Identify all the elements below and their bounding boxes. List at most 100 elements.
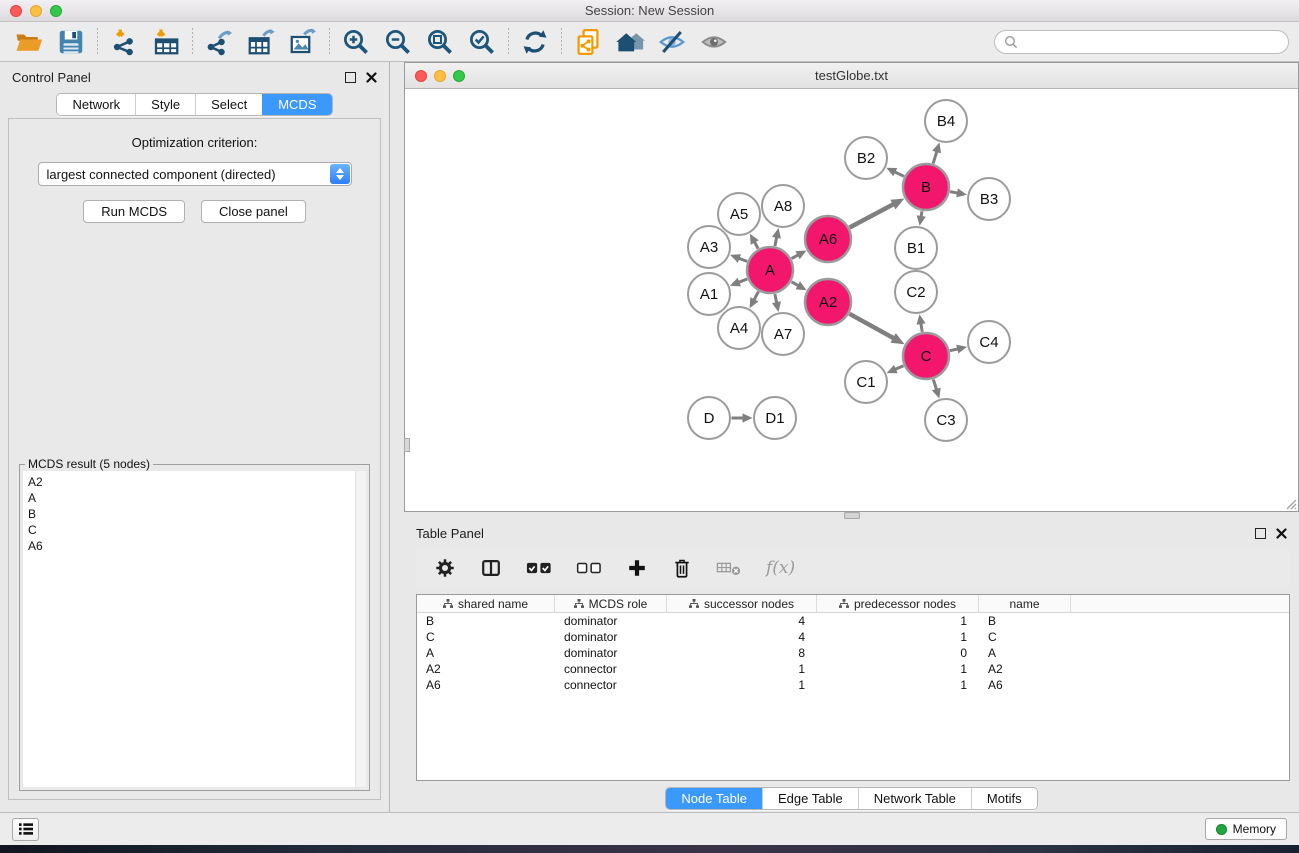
export-table-button[interactable] bbox=[240, 25, 282, 59]
search-input[interactable] bbox=[1019, 32, 1288, 52]
float-panel-icon[interactable] bbox=[345, 72, 356, 83]
add-column-button[interactable] bbox=[626, 557, 648, 579]
open-folder-icon bbox=[14, 27, 44, 57]
zoom-in-button[interactable] bbox=[335, 25, 377, 59]
network-window-titlebar[interactable]: testGlobe.txt bbox=[405, 63, 1298, 89]
graph-node-A[interactable]: A bbox=[747, 247, 793, 293]
graph-node-A8[interactable]: A8 bbox=[762, 185, 804, 227]
divider-handle[interactable] bbox=[844, 512, 860, 519]
graph-node-A1[interactable]: A1 bbox=[688, 273, 730, 315]
close-panel-icon[interactable] bbox=[366, 72, 377, 83]
graph-node-A6[interactable]: A6 bbox=[805, 216, 851, 262]
show-columns-button[interactable] bbox=[480, 557, 502, 579]
select-all-columns-button[interactable] bbox=[526, 559, 552, 577]
graph-node-B3[interactable]: B3 bbox=[968, 178, 1010, 220]
split-divider[interactable] bbox=[404, 512, 1299, 520]
graph-node-D1[interactable]: D1 bbox=[754, 397, 796, 439]
run-mcds-button[interactable]: Run MCDS bbox=[83, 200, 185, 223]
float-panel-icon[interactable] bbox=[1255, 528, 1266, 539]
resize-grip-icon[interactable] bbox=[1283, 496, 1297, 510]
table-row[interactable]: Adominator80A bbox=[417, 645, 1289, 661]
toolbar-separator bbox=[192, 28, 193, 56]
graph-node-D[interactable]: D bbox=[688, 397, 730, 439]
tab-network[interactable]: Network bbox=[57, 94, 135, 115]
mcds-result-list[interactable]: A2ABCA6 bbox=[23, 471, 366, 787]
column-header-name[interactable]: name bbox=[979, 595, 1071, 612]
main-toolbar bbox=[0, 22, 1299, 62]
status-bar: Memory bbox=[0, 812, 1299, 845]
mcds-result-item[interactable]: A6 bbox=[28, 538, 366, 554]
function-builder-button[interactable]: f(x) bbox=[766, 558, 795, 578]
table-row[interactable]: Cdominator41C bbox=[417, 629, 1289, 645]
tab-edge-table[interactable]: Edge Table bbox=[762, 788, 858, 809]
graph-edge-arrowhead bbox=[932, 143, 941, 154]
graph-node-C4[interactable]: C4 bbox=[968, 321, 1010, 363]
column-header-successor-nodes[interactable]: successor nodes bbox=[667, 595, 817, 612]
tab-style[interactable]: Style bbox=[135, 94, 195, 115]
dropdown-stepper-icon bbox=[330, 164, 350, 184]
graph-edge-A2-C[interactable] bbox=[850, 314, 895, 339]
save-session-button[interactable] bbox=[50, 25, 92, 59]
memory-button[interactable]: Memory bbox=[1205, 818, 1287, 840]
birdseye-handle[interactable] bbox=[404, 438, 410, 452]
tab-select[interactable]: Select bbox=[195, 94, 262, 115]
unselect-all-columns-button[interactable] bbox=[576, 559, 602, 577]
graph-node-A5[interactable]: A5 bbox=[718, 193, 760, 235]
graph-edge-A6-B[interactable] bbox=[850, 204, 895, 228]
show-all-button[interactable] bbox=[693, 25, 735, 59]
table-row[interactable]: A2connector11A2 bbox=[417, 661, 1289, 677]
graph-node-A3[interactable]: A3 bbox=[688, 226, 730, 268]
mcds-result-item[interactable]: B bbox=[28, 506, 366, 522]
create-network-from-selection-button[interactable] bbox=[567, 25, 609, 59]
zoom-out-button[interactable] bbox=[377, 25, 419, 59]
graph-node-C1[interactable]: C1 bbox=[845, 361, 887, 403]
graph-node-B1[interactable]: B1 bbox=[895, 227, 937, 269]
scrollbar-track[interactable] bbox=[355, 471, 366, 787]
zoom-fit-button[interactable] bbox=[419, 25, 461, 59]
graph-edge-B-B4[interactable] bbox=[933, 150, 937, 163]
zoom-selected-button[interactable] bbox=[461, 25, 503, 59]
graph-node-A4[interactable]: A4 bbox=[718, 307, 760, 349]
table-row[interactable]: A6connector11A6 bbox=[417, 677, 1289, 693]
open-session-button[interactable] bbox=[8, 25, 50, 59]
toolbar-separator bbox=[561, 28, 562, 56]
graph-node-C[interactable]: C bbox=[903, 333, 949, 379]
refresh-layout-button[interactable] bbox=[514, 25, 556, 59]
import-network-button[interactable] bbox=[103, 25, 145, 59]
mcds-result-item[interactable]: C bbox=[28, 522, 366, 538]
close-panel-icon[interactable] bbox=[1276, 528, 1287, 539]
table-options-button[interactable] bbox=[434, 557, 456, 579]
delete-table-button[interactable] bbox=[716, 559, 742, 577]
close-panel-button[interactable]: Close panel bbox=[201, 200, 306, 223]
import-table-button[interactable] bbox=[145, 25, 187, 59]
network-canvas[interactable]: B4 B2 B B3 B1 A5 A8A6 A3 A A1A4A7A2 C2 C C4 C1 C3 D D1 bbox=[405, 89, 1298, 511]
mcds-panel: Optimization criterion: largest connecte… bbox=[8, 118, 381, 800]
column-header-MCDS-role[interactable]: MCDS role bbox=[555, 595, 667, 612]
graph-node-A7[interactable]: A7 bbox=[762, 313, 804, 355]
first-neighbors-button[interactable] bbox=[609, 25, 651, 59]
tab-node-table[interactable]: Node Table bbox=[666, 788, 762, 809]
graph-node-B4[interactable]: B4 bbox=[925, 100, 967, 142]
export-image-button[interactable] bbox=[282, 25, 324, 59]
graph-node-A2[interactable]: A2 bbox=[805, 279, 851, 325]
column-header-shared-name[interactable]: shared name bbox=[417, 595, 555, 612]
task-history-button[interactable] bbox=[12, 818, 39, 841]
mcds-result-item[interactable]: A2 bbox=[28, 474, 366, 490]
graph-node-C2[interactable]: C2 bbox=[895, 271, 937, 313]
criterion-select[interactable]: largest connected component (directed) bbox=[38, 162, 352, 186]
graph-node-C3[interactable]: C3 bbox=[925, 399, 967, 441]
graph-node-B2[interactable]: B2 bbox=[845, 137, 887, 179]
table-row[interactable]: Bdominator41B bbox=[417, 613, 1289, 629]
mcds-result-item[interactable]: A bbox=[28, 490, 366, 506]
delete-columns-button[interactable] bbox=[672, 557, 692, 579]
mcds-result-legend: MCDS result (5 nodes) bbox=[25, 457, 153, 471]
column-header-predecessor-nodes[interactable]: predecessor nodes bbox=[817, 595, 979, 612]
tab-network-table[interactable]: Network Table bbox=[858, 788, 971, 809]
table-panel: Table Panel bbox=[404, 520, 1299, 812]
tab-motifs[interactable]: Motifs bbox=[971, 788, 1037, 809]
svg-text:A5: A5 bbox=[730, 206, 748, 223]
graph-node-B[interactable]: B bbox=[903, 164, 949, 210]
export-network-button[interactable] bbox=[198, 25, 240, 59]
hide-selected-button[interactable] bbox=[651, 25, 693, 59]
tab-mcds[interactable]: MCDS bbox=[262, 94, 331, 115]
